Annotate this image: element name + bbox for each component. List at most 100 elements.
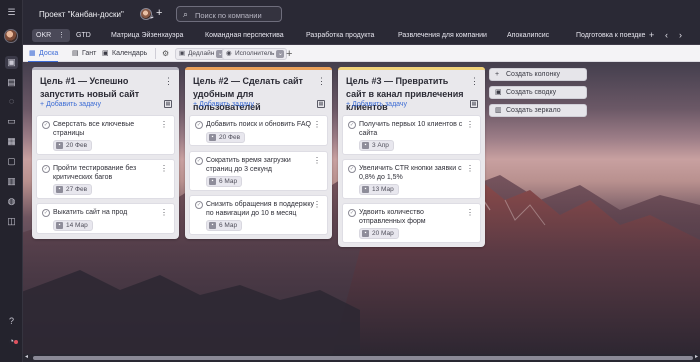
check-icon[interactable]: ✓ <box>348 165 356 173</box>
kanban-column: Цель #2 — Сделать сайт удобным для польз… <box>185 67 332 239</box>
kanban-column: Цель #3 — Превратить сайт в канал привле… <box>338 67 485 247</box>
check-icon[interactable]: ✓ <box>348 209 356 217</box>
check-icon[interactable]: ✓ <box>42 209 50 217</box>
add-tab-icon[interactable]: + <box>649 29 654 42</box>
tab-product-dev[interactable]: Разработка продукта <box>306 29 374 42</box>
create-column-button[interactable]: + Создать колонку <box>489 68 587 81</box>
check-icon[interactable]: ✓ <box>195 121 203 129</box>
task-date-badge[interactable]: ▪ 14 Мар <box>53 220 93 231</box>
chevron-left-icon[interactable]: ‹ <box>665 29 668 42</box>
add-task-label: Добавить задачу <box>352 101 408 108</box>
column-kebab-icon[interactable]: ⋮ <box>317 76 326 87</box>
chevron-right-icon[interactable]: › <box>679 29 682 42</box>
add-task-button[interactable]: + Добавить задачу <box>346 101 407 108</box>
tab-eisenhower[interactable]: Матрица Эйзенхауэра <box>111 29 183 42</box>
task-card[interactable]: ✓ Пройти тестирование без критических ба… <box>36 159 175 199</box>
calendar-icon[interactable]: ▦ <box>5 135 18 148</box>
projects-icon[interactable]: ▣ <box>5 56 18 69</box>
task-card[interactable]: ✓ Сверстать все ключевые страницы ⋮ ▪ 20 … <box>36 115 175 155</box>
scroll-left-icon[interactable]: ◂ <box>25 353 28 360</box>
task-date-badge[interactable]: ▪ 6 Мар <box>206 220 243 231</box>
menu-icon[interactable]: ☰ <box>5 6 18 19</box>
member-avatar[interactable] <box>140 8 152 20</box>
view-gantt-label: Гант <box>82 50 97 57</box>
tab-kebab-icon[interactable]: ⋮ <box>58 29 65 42</box>
calendar-icon: ▪ <box>209 222 216 229</box>
documents-icon[interactable]: ▥ <box>5 175 18 188</box>
card-kebab-icon[interactable]: ⋮ <box>313 120 321 129</box>
dropdown-icon[interactable]: ⌄ <box>276 50 285 58</box>
tasks-icon[interactable]: ▤ <box>5 76 18 89</box>
check-icon[interactable]: ✓ <box>195 157 203 165</box>
check-icon[interactable]: ✓ <box>195 201 203 209</box>
check-icon[interactable]: ✓ <box>42 121 50 129</box>
task-card[interactable]: ✓ Удвоить количество отправленных форм ⋮… <box>342 203 481 243</box>
card-kebab-icon[interactable]: ⋮ <box>313 200 321 209</box>
tab-gtd[interactable]: GTD <box>76 29 91 42</box>
card-kebab-icon[interactable]: ⋮ <box>160 164 168 173</box>
column-settings-icon[interactable]: ▦ <box>470 100 478 108</box>
card-kebab-icon[interactable]: ⋮ <box>466 120 474 129</box>
task-date-badge[interactable]: ▪ 20 Фев <box>206 132 246 143</box>
monitor-icon[interactable]: ▢ <box>5 155 18 168</box>
divider <box>155 48 156 59</box>
filter-settings-icon[interactable]: ⚙ <box>162 48 174 60</box>
card-kebab-icon[interactable]: ⋮ <box>466 164 474 173</box>
task-date-badge[interactable]: ▪ 13 Мар <box>359 184 399 195</box>
add-member-icon[interactable]: + <box>156 7 162 19</box>
scroll-right-icon[interactable]: ▸ <box>695 353 698 360</box>
task-card[interactable]: ✓ Увеличить CTR кнопки заявки с 0,8% до … <box>342 159 481 199</box>
project-title[interactable]: Проект "Канбан-доски" <box>39 10 124 19</box>
column-kebab-icon[interactable]: ⋮ <box>164 76 173 87</box>
view-toolbar: ▦ Доска ▤ Гант ▣ Календарь ⚙ ▣ Дедлайн ⌄ ◉ Исп… <box>23 45 700 62</box>
calendar-icon: ▪ <box>56 186 63 193</box>
tab-okr[interactable]: OKR ⋮ <box>32 29 70 42</box>
add-task-button[interactable]: + Добавить задачу <box>193 101 254 108</box>
database-icon[interactable]: ◫ <box>5 215 18 228</box>
scroll-thumb[interactable] <box>33 356 693 360</box>
column-title[interactable]: Цель #3 — Превратить сайт в канал привле… <box>346 75 466 114</box>
user-avatar[interactable] <box>4 29 18 43</box>
card-kebab-icon[interactable]: ⋮ <box>160 120 168 129</box>
task-date-badge[interactable]: ▪ 20 Фев <box>53 140 93 151</box>
create-summary-button[interactable]: ▣ Создать сводку <box>489 86 587 99</box>
search-input[interactable]: ⌕ Поиск по компании <box>176 6 282 22</box>
add-task-button[interactable]: + Добавить задачу <box>40 101 101 108</box>
filter-assignee[interactable]: ◉ Исполнитель ⌄ <box>222 48 288 60</box>
column-kebab-icon[interactable]: ⋮ <box>470 76 479 87</box>
column-title[interactable]: Цель #2 — Сделать сайт удобным для польз… <box>193 75 313 114</box>
task-date-badge[interactable]: ▪ 20 Мар <box>359 228 399 239</box>
card-kebab-icon[interactable]: ⋮ <box>466 208 474 217</box>
task-date-badge[interactable]: ▪ 27 Фев <box>53 184 93 195</box>
task-card[interactable]: ✓ Снизить обращения в поддержку по навиг… <box>189 195 328 235</box>
task-date-badge[interactable]: ▪ 6 Мар <box>206 176 243 187</box>
view-board-button[interactable]: ▦ Доска <box>28 48 59 62</box>
summary-icon: ▣ <box>495 89 502 96</box>
filter-deadline[interactable]: ▣ Дедлайн ⌄ <box>175 48 228 60</box>
check-icon[interactable]: ✓ <box>348 121 356 129</box>
card-kebab-icon[interactable]: ⋮ <box>160 208 168 217</box>
team-icon[interactable]: ◍ <box>5 195 18 208</box>
help-icon[interactable]: ? <box>5 315 18 328</box>
messages-icon[interactable]: ▭ <box>5 115 18 128</box>
tab-team-perspective[interactable]: Командная перспектива <box>205 29 284 42</box>
task-card[interactable]: ✓ Добавить поиск и обновить FAQ ⋮ ▪ 20 Фе… <box>189 115 328 146</box>
view-calendar-button[interactable]: ▣ Календарь <box>101 48 147 60</box>
chat-icon[interactable]: ◌ <box>5 95 18 108</box>
column-title[interactable]: Цель #1 — Успешно запустить новый сайт <box>40 75 160 101</box>
notification-dot <box>14 340 18 344</box>
view-gantt-button[interactable]: ▤ Гант <box>71 48 96 60</box>
task-card[interactable]: ✓ Сократить время загрузки страниц до 3 … <box>189 151 328 191</box>
task-date-badge[interactable]: ▪ 3 Апр <box>359 140 394 151</box>
create-mirror-button[interactable]: ▥ Создать зеркало <box>489 104 587 117</box>
add-filter-icon[interactable]: + <box>286 48 298 60</box>
task-card[interactable]: ✓ Получить первых 10 клиентов с сайта ⋮ … <box>342 115 481 155</box>
card-kebab-icon[interactable]: ⋮ <box>313 156 321 165</box>
column-settings-icon[interactable]: ▦ <box>164 100 172 108</box>
column-settings-icon[interactable]: ▦ <box>317 100 325 108</box>
task-card[interactable]: ✓ Выкатить сайт на прод ⋮ ▪ 14 Мар <box>36 203 175 234</box>
check-icon[interactable]: ✓ <box>42 165 50 173</box>
horizontal-scrollbar[interactable]: ◂ ▸ <box>23 354 700 362</box>
tab-company-fun[interactable]: Развлечения для компании <box>398 29 487 42</box>
tab-apocalypse[interactable]: Апокалипсис <box>507 29 549 42</box>
